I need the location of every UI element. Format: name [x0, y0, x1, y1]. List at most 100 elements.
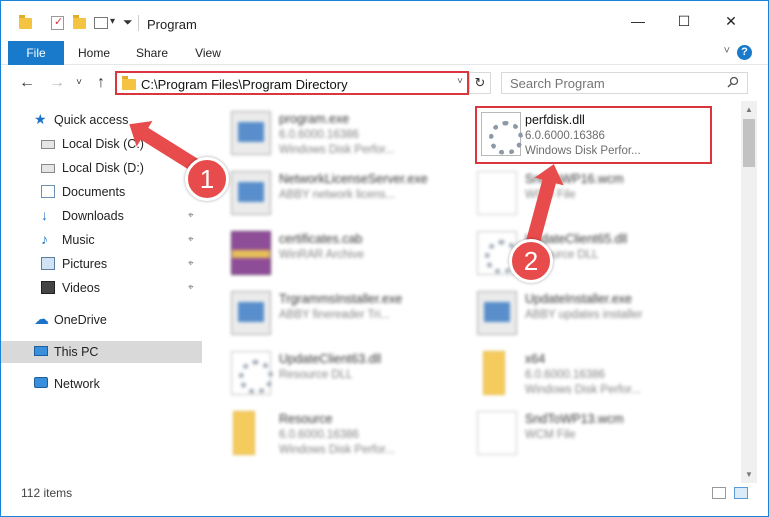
back-button[interactable]: ← — [17, 72, 37, 94]
file-name: perfdisk.dll — [525, 113, 585, 127]
sidebar-item-downloads[interactable]: ↓ Downloads ⌖ — [1, 205, 202, 227]
pin-icon[interactable]: ⌖ — [188, 234, 194, 245]
file-description: Windows Disk Perfor... — [525, 145, 641, 157]
sidebar-item-label: Videos — [62, 281, 100, 295]
pin-icon[interactable]: ⌖ — [188, 258, 194, 269]
file-detail: 6.0.6000.16386 — [279, 429, 359, 441]
step-badge-2: 2 — [509, 239, 553, 283]
properties-icon[interactable]: ✓ — [51, 16, 64, 30]
file-icon — [477, 411, 517, 455]
file-item[interactable]: certificates.cab WinRAR Archive — [231, 227, 467, 283]
sidebar-item-label: Quick access — [54, 113, 129, 127]
folder-icon — [233, 411, 255, 455]
folder-icon — [483, 351, 505, 395]
customize-toolbar-icon[interactable] — [94, 17, 108, 29]
sidebar-item-label: OneDrive — [54, 313, 107, 327]
executable-icon — [477, 291, 517, 335]
tab-home[interactable]: Home — [69, 41, 119, 65]
file-item[interactable]: program.exe 6.0.6000.16386 Windows Disk … — [231, 107, 467, 163]
vertical-scrollbar[interactable]: ▲ ▼ — [741, 101, 757, 483]
window-title: Program — [147, 17, 197, 32]
sidebar-item-local-disk-d[interactable]: Local Disk (D:) — [1, 157, 202, 179]
file-detail: WCM File — [525, 429, 576, 441]
archive-icon — [231, 231, 271, 275]
forward-button[interactable]: → — [47, 72, 67, 94]
documents-icon — [41, 185, 55, 198]
scroll-thumb[interactable] — [743, 119, 755, 167]
chevron-down-icon[interactable]: ▾ — [110, 16, 115, 27]
executable-icon — [231, 111, 271, 155]
close-button[interactable]: ✕ — [708, 1, 754, 41]
search-input[interactable] — [510, 75, 710, 91]
up-button[interactable]: ↑ — [91, 72, 111, 94]
search-icon[interactable] — [727, 76, 739, 88]
dll-gear-icon — [231, 351, 273, 395]
minimize-button[interactable]: — — [615, 1, 661, 41]
refresh-button[interactable]: ↻ — [469, 72, 491, 94]
file-name: TrgrammsInstaller.exe — [279, 292, 403, 306]
file-item[interactable]: x64 6.0.6000.16386 Windows Disk Perfor..… — [477, 347, 713, 403]
file-item[interactable]: UpdateClient63.dll Resource DLL — [231, 347, 467, 403]
file-name: x64 — [525, 352, 546, 366]
tab-view[interactable]: View — [183, 41, 233, 65]
file-name: UpdateInstaller.exe — [525, 292, 633, 306]
address-path[interactable]: C:\Program Files\Program Directory — [141, 77, 348, 92]
sidebar-item-label: Pictures — [62, 257, 108, 271]
recent-locations-button[interactable]: ˅ — [69, 72, 89, 94]
pin-icon[interactable]: ⌖ — [188, 210, 194, 221]
sidebar-item-label: This PC — [54, 345, 99, 359]
scroll-down-icon[interactable]: ▼ — [741, 466, 757, 483]
sidebar-item-quick-access[interactable]: ★ Quick access — [1, 109, 202, 131]
sidebar-item-music[interactable]: ♪ Music ⌖ — [1, 229, 202, 251]
file-detail: ABBY network licens... — [279, 189, 396, 201]
pin-icon[interactable]: ⌖ — [188, 282, 194, 293]
maximize-button[interactable]: ☐ — [661, 1, 707, 41]
file-detail: Resource DLL — [279, 369, 353, 381]
address-bar[interactable]: C:\Program Files\Program Directory ˅ — [115, 71, 469, 95]
search-box[interactable] — [501, 72, 748, 94]
checkmark-icon: ✓ — [54, 16, 64, 28]
sidebar-item-videos[interactable]: Videos ⌖ — [1, 277, 202, 299]
new-folder-icon[interactable] — [73, 15, 86, 29]
file-detail: ABBY finereader Tri... — [279, 309, 391, 321]
file-item-perfdisk-dll[interactable]: perfdisk.dll 6.0.6000.16386 Windows Disk… — [475, 106, 712, 164]
sidebar-item-onedrive[interactable]: ☁ OneDrive — [1, 309, 202, 331]
file-detail: ABBY updates installer — [525, 309, 643, 321]
tab-file[interactable]: File — [8, 41, 64, 65]
navigation-bar: ← → ˅ ↑ C:\Program Files\Program Directo… — [1, 66, 768, 100]
file-item[interactable]: Resource 6.0.6000.16386 Windows Disk Per… — [231, 407, 467, 463]
file-item[interactable]: NetworkLicenseServer.exe ABBY network li… — [231, 167, 467, 223]
title-separator — [138, 15, 139, 31]
help-icon[interactable]: ? — [737, 45, 752, 60]
expand-ribbon-icon[interactable]: ˅ — [724, 45, 730, 57]
file-item[interactable]: SndToWP13.wcm WCM File — [477, 407, 713, 463]
executable-icon — [231, 291, 271, 335]
quick-access-dropdown-icon[interactable]: ⏷ — [123, 15, 133, 30]
sidebar-item-documents[interactable]: Documents ⌖ — [1, 181, 202, 203]
step-badge-1: 1 — [185, 157, 229, 201]
sidebar-item-this-pc[interactable]: This PC — [1, 341, 202, 363]
file-detail: 6.0.6000.16386 — [525, 130, 605, 142]
address-dropdown-icon[interactable]: ˅ — [457, 76, 463, 87]
file-name: certificates.cab — [279, 232, 363, 246]
sidebar-item-label: Downloads — [62, 209, 124, 223]
file-item[interactable]: UpdateInstaller.exe ABBY updates install… — [477, 287, 713, 343]
sidebar-item-network[interactable]: Network — [1, 373, 202, 395]
folder-icon — [19, 15, 32, 29]
file-item[interactable]: TrgrammsInstaller.exe ABBY finereader Tr… — [231, 287, 467, 343]
large-icons-view-icon[interactable] — [734, 487, 748, 499]
sidebar-item-pictures[interactable]: Pictures ⌖ — [1, 253, 202, 275]
sidebar-item-label: Network — [54, 377, 100, 391]
file-description: Windows Disk Perfor... — [279, 444, 395, 456]
sidebar-item-label: Local Disk (D:) — [62, 161, 144, 175]
tab-share[interactable]: Share — [127, 41, 177, 65]
title-bar: ✓ ▾ ⏷ Program — ☐ ✕ — [1, 1, 768, 41]
music-icon: ♪ — [41, 231, 48, 247]
details-view-icon[interactable] — [712, 487, 726, 499]
ribbon-tabs: File Home Share View ˅ ? — [1, 41, 768, 65]
download-icon: ↓ — [41, 207, 48, 223]
scroll-up-icon[interactable]: ▲ — [741, 101, 757, 118]
item-count: 112 items — [21, 486, 73, 500]
close-icon: ✕ — [725, 12, 737, 29]
file-item[interactable]: SndToWP16.wcm WCM File — [477, 167, 713, 223]
